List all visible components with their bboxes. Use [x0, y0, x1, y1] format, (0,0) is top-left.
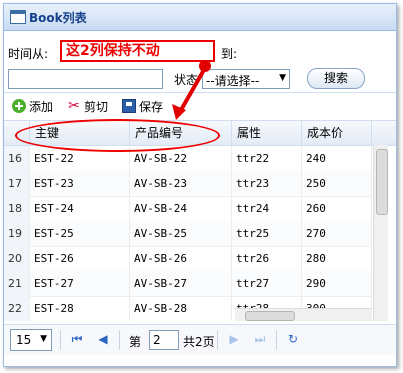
- annotation-arrow-shaft: [179, 66, 207, 112]
- annotation-dot: [199, 60, 211, 72]
- annotation-arrow: [172, 60, 211, 120]
